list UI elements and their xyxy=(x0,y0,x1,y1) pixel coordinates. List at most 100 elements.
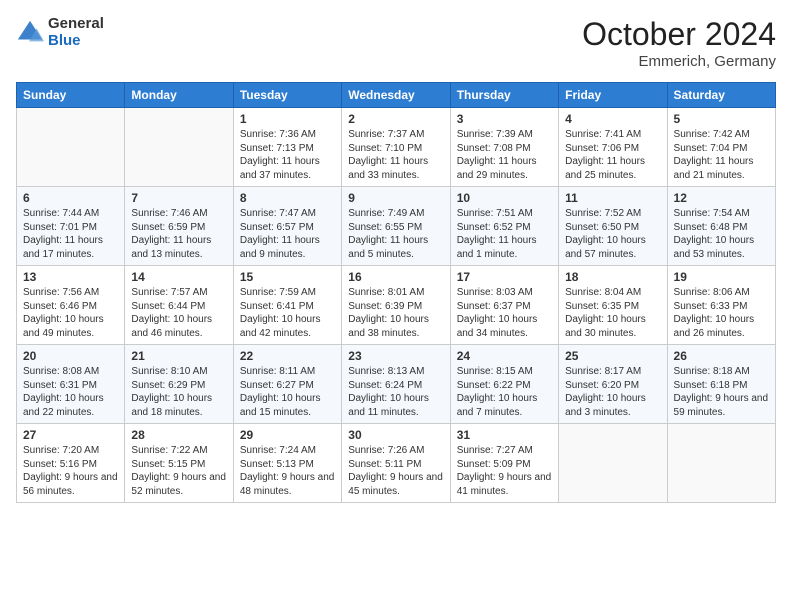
day-number: 9 xyxy=(348,191,443,205)
day-number: 23 xyxy=(348,349,443,363)
weekday-row: SundayMondayTuesdayWednesdayThursdayFrid… xyxy=(17,83,776,108)
calendar-cell: 7 Sunrise: 7:46 AMSunset: 6:59 PMDaylight… xyxy=(125,187,233,266)
day-content: Sunrise: 7:27 AMSunset: 5:09 PMDaylight:… xyxy=(457,444,552,498)
weekday-header: Saturday xyxy=(667,83,775,108)
day-content: Sunrise: 7:54 AMSunset: 6:48 PMDaylight:… xyxy=(674,207,769,261)
day-number: 25 xyxy=(565,349,660,363)
calendar-cell: 28 Sunrise: 7:22 AMSunset: 5:15 PMDayligh… xyxy=(125,424,233,503)
day-number: 4 xyxy=(565,112,660,126)
day-content: Sunrise: 8:15 AMSunset: 6:22 PMDaylight:… xyxy=(457,365,552,419)
day-number: 7 xyxy=(131,191,226,205)
logo: General Blue xyxy=(16,16,104,49)
calendar-week-row: 1 Sunrise: 7:36 AMSunset: 7:13 PMDaylight… xyxy=(17,108,776,187)
weekday-header: Monday xyxy=(125,83,233,108)
calendar-cell: 29 Sunrise: 7:24 AMSunset: 5:13 PMDayligh… xyxy=(233,424,341,503)
day-content: Sunrise: 7:59 AMSunset: 6:41 PMDaylight:… xyxy=(240,286,335,340)
calendar-cell: 27 Sunrise: 7:20 AMSunset: 5:16 PMDayligh… xyxy=(17,424,125,503)
day-number: 28 xyxy=(131,428,226,442)
day-number: 26 xyxy=(674,349,769,363)
day-content: Sunrise: 7:52 AMSunset: 6:50 PMDaylight:… xyxy=(565,207,660,261)
calendar-cell: 16 Sunrise: 8:01 AMSunset: 6:39 PMDayligh… xyxy=(342,266,450,345)
calendar-cell: 20Sunrise: 8:08 AMSunset: 6:31 PMDayligh… xyxy=(17,345,125,424)
day-number: 11 xyxy=(565,191,660,205)
day-content: Sunrise: 7:41 AMSunset: 7:06 PMDaylight:… xyxy=(565,128,660,182)
day-content: Sunrise: 8:17 AMSunset: 6:20 PMDaylight:… xyxy=(565,365,660,419)
day-number: 22 xyxy=(240,349,335,363)
day-content: Sunrise: 7:36 AMSunset: 7:13 PMDaylight:… xyxy=(240,128,335,182)
day-number: 27 xyxy=(23,428,118,442)
calendar-cell xyxy=(559,424,667,503)
calendar-cell: 4 Sunrise: 7:41 AMSunset: 7:06 PMDaylight… xyxy=(559,108,667,187)
calendar-week-row: 20Sunrise: 8:08 AMSunset: 6:31 PMDayligh… xyxy=(17,345,776,424)
calendar-cell: 15 Sunrise: 7:59 AMSunset: 6:41 PMDayligh… xyxy=(233,266,341,345)
day-content: Sunrise: 7:24 AMSunset: 5:13 PMDaylight:… xyxy=(240,444,335,498)
day-number: 29 xyxy=(240,428,335,442)
day-content: Sunrise: 7:20 AMSunset: 5:16 PMDaylight:… xyxy=(23,444,118,498)
day-content: Sunrise: 7:51 AMSunset: 6:52 PMDaylight:… xyxy=(457,207,552,261)
day-number: 12 xyxy=(674,191,769,205)
day-number: 18 xyxy=(565,270,660,284)
day-number: 3 xyxy=(457,112,552,126)
day-number: 15 xyxy=(240,270,335,284)
day-number: 17 xyxy=(457,270,552,284)
logo-text: General Blue xyxy=(48,16,104,49)
day-content: Sunrise: 8:13 AMSunset: 6:24 PMDaylight:… xyxy=(348,365,443,419)
calendar-cell: 19Sunrise: 8:06 AMSunset: 6:33 PMDayligh… xyxy=(667,266,775,345)
calendar-cell: 9 Sunrise: 7:49 AMSunset: 6:55 PMDaylight… xyxy=(342,187,450,266)
calendar-cell: 24Sunrise: 8:15 AMSunset: 6:22 PMDayligh… xyxy=(450,345,558,424)
title-block: October 2024 Emmerich, Germany xyxy=(582,16,776,70)
day-content: Sunrise: 7:46 AMSunset: 6:59 PMDaylight:… xyxy=(131,207,226,261)
logo-general: General xyxy=(48,16,104,33)
day-content: Sunrise: 7:39 AMSunset: 7:08 PMDaylight:… xyxy=(457,128,552,182)
calendar-week-row: 13 Sunrise: 7:56 AMSunset: 6:46 PMDayligh… xyxy=(17,266,776,345)
day-number: 20 xyxy=(23,349,118,363)
day-content: Sunrise: 7:57 AMSunset: 6:44 PMDaylight:… xyxy=(131,286,226,340)
day-number: 2 xyxy=(348,112,443,126)
calendar-cell: 11 Sunrise: 7:52 AMSunset: 6:50 PMDayligh… xyxy=(559,187,667,266)
day-content: Sunrise: 7:44 AMSunset: 7:01 PMDaylight:… xyxy=(23,207,118,261)
logo-blue: Blue xyxy=(48,33,104,50)
calendar-cell: 26Sunrise: 8:18 AMSunset: 6:18 PMDayligh… xyxy=(667,345,775,424)
calendar-cell: 5Sunrise: 7:42 AMSunset: 7:04 PMDaylight… xyxy=(667,108,775,187)
day-number: 14 xyxy=(131,270,226,284)
calendar-cell: 21 Sunrise: 8:10 AMSunset: 6:29 PMDayligh… xyxy=(125,345,233,424)
day-content: Sunrise: 7:49 AMSunset: 6:55 PMDaylight:… xyxy=(348,207,443,261)
calendar-cell: 12 Sunrise: 7:54 AMSunset: 6:48 PMDayligh… xyxy=(667,187,775,266)
calendar-cell xyxy=(667,424,775,503)
calendar-cell: 30 Sunrise: 7:26 AMSunset: 5:11 PMDayligh… xyxy=(342,424,450,503)
weekday-header: Thursday xyxy=(450,83,558,108)
calendar-cell: 22Sunrise: 8:11 AMSunset: 6:27 PMDayligh… xyxy=(233,345,341,424)
weekday-header: Tuesday xyxy=(233,83,341,108)
calendar-week-row: 27 Sunrise: 7:20 AMSunset: 5:16 PMDayligh… xyxy=(17,424,776,503)
day-content: Sunrise: 7:22 AMSunset: 5:15 PMDaylight:… xyxy=(131,444,226,498)
calendar-cell: 1 Sunrise: 7:36 AMSunset: 7:13 PMDaylight… xyxy=(233,108,341,187)
day-number: 6 xyxy=(23,191,118,205)
day-content: Sunrise: 8:04 AMSunset: 6:35 PMDaylight:… xyxy=(565,286,660,340)
calendar-cell xyxy=(17,108,125,187)
calendar-cell: 14 Sunrise: 7:57 AMSunset: 6:44 PMDayligh… xyxy=(125,266,233,345)
day-content: Sunrise: 7:56 AMSunset: 6:46 PMDaylight:… xyxy=(23,286,118,340)
page-header: General Blue October 2024 Emmerich, Germ… xyxy=(16,16,776,70)
day-content: Sunrise: 8:01 AMSunset: 6:39 PMDaylight:… xyxy=(348,286,443,340)
day-content: Sunrise: 7:47 AMSunset: 6:57 PMDaylight:… xyxy=(240,207,335,261)
location: Emmerich, Germany xyxy=(582,53,776,70)
day-number: 16 xyxy=(348,270,443,284)
day-number: 13 xyxy=(23,270,118,284)
day-number: 30 xyxy=(348,428,443,442)
day-number: 19 xyxy=(674,270,769,284)
day-content: Sunrise: 7:26 AMSunset: 5:11 PMDaylight:… xyxy=(348,444,443,498)
calendar-body: 1 Sunrise: 7:36 AMSunset: 7:13 PMDaylight… xyxy=(17,108,776,503)
day-number: 1 xyxy=(240,112,335,126)
day-number: 21 xyxy=(131,349,226,363)
calendar-cell: 6 Sunrise: 7:44 AMSunset: 7:01 PMDaylight… xyxy=(17,187,125,266)
day-content: Sunrise: 7:42 AMSunset: 7:04 PMDaylight:… xyxy=(674,128,769,182)
calendar-cell xyxy=(125,108,233,187)
calendar-cell: 13 Sunrise: 7:56 AMSunset: 6:46 PMDayligh… xyxy=(17,266,125,345)
weekday-header: Wednesday xyxy=(342,83,450,108)
day-number: 8 xyxy=(240,191,335,205)
day-content: Sunrise: 8:10 AMSunset: 6:29 PMDaylight:… xyxy=(131,365,226,419)
calendar-cell: 17Sunrise: 8:03 AMSunset: 6:37 PMDayligh… xyxy=(450,266,558,345)
day-content: Sunrise: 7:37 AMSunset: 7:10 PMDaylight:… xyxy=(348,128,443,182)
day-number: 10 xyxy=(457,191,552,205)
calendar-header: SundayMondayTuesdayWednesdayThursdayFrid… xyxy=(17,83,776,108)
